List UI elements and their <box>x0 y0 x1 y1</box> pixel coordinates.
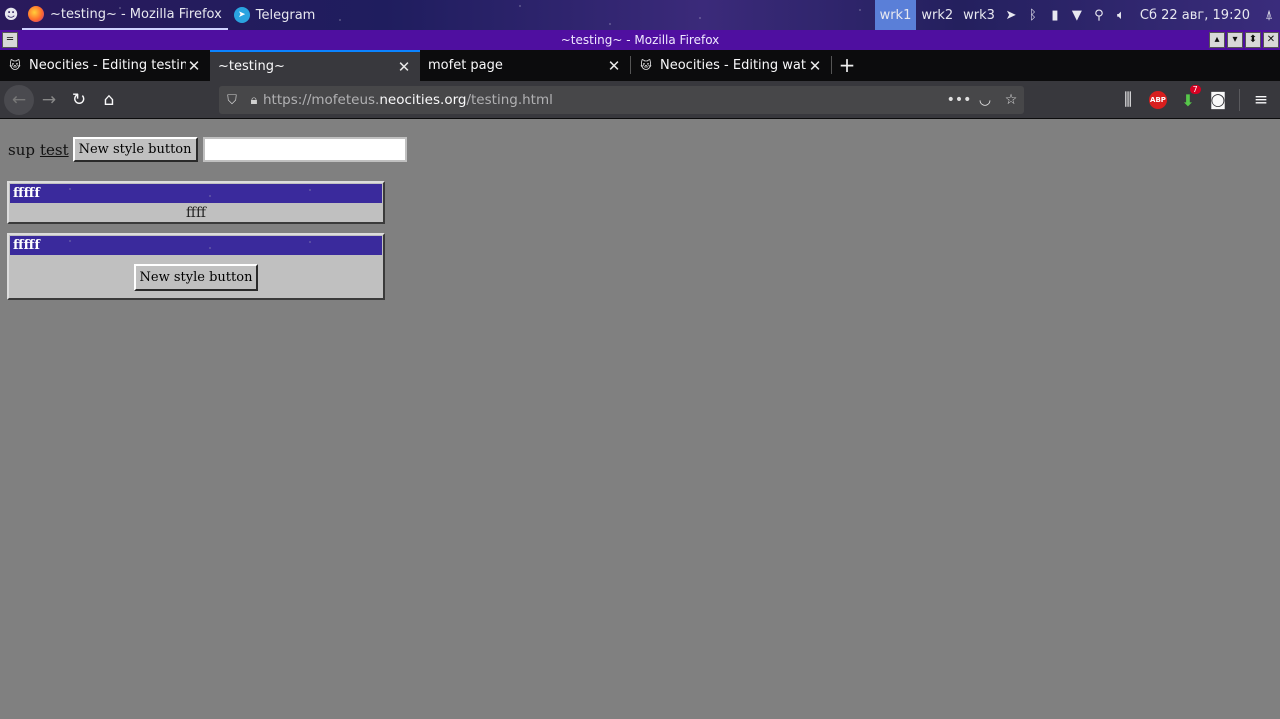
workspace-2[interactable]: wrk2 <box>916 0 958 30</box>
bluetooth-icon[interactable]: ᛒ <box>1022 8 1044 23</box>
window-title: ~testing~ - Mozilla Firefox <box>560 33 720 47</box>
url-text[interactable]: https://mofeteus.neocities.org/testing.h… <box>263 92 946 108</box>
top-row: sup test New style button <box>8 137 407 162</box>
home-button[interactable]: ⌂ <box>94 85 124 115</box>
network-antenna-icon[interactable]: ⍋ <box>1258 8 1280 23</box>
window-titlebar[interactable]: ═ ~testing~ - Mozilla Firefox ▴ ▾ ⬍ ✕ <box>0 30 1280 50</box>
text-input[interactable] <box>202 137 407 162</box>
url-host: neocities.org <box>379 92 467 108</box>
url-path: /testing.html <box>466 92 553 108</box>
forward-button[interactable]: → <box>34 85 64 115</box>
page-actions-icon[interactable]: ••• <box>946 92 972 108</box>
sup-text: sup <box>8 140 35 159</box>
taskbar-app-label: ~testing~ - Mozilla Firefox <box>50 6 222 22</box>
close-tab-icon[interactable]: ✕ <box>186 57 202 75</box>
close-tab-icon[interactable]: ✕ <box>396 58 412 76</box>
window-menu-icon[interactable]: ═ <box>2 32 18 48</box>
tab-strip: 🐱 Neocities - Editing testing ✕ ~testing… <box>0 50 1280 81</box>
telegram-icon: ➤ <box>233 7 250 23</box>
back-button[interactable]: ← <box>4 84 34 115</box>
retro-window-title: fffff <box>10 236 382 255</box>
app-menu-icon[interactable]: ☻ <box>0 0 22 30</box>
retro-window-body: New style button <box>9 256 383 291</box>
new-style-button[interactable]: New style button <box>72 137 198 162</box>
close-tab-icon[interactable]: ✕ <box>807 57 823 75</box>
tab-label: mofet page <box>428 58 503 73</box>
retro-window-title: fffff <box>10 184 382 203</box>
pocket-icon[interactable]: ◡ <box>972 92 998 108</box>
close-tab-icon[interactable]: ✕ <box>606 57 622 75</box>
reload-button[interactable]: ↻ <box>64 85 94 115</box>
lock-icon[interactable]: 🔒︎ <box>245 93 263 108</box>
download-badge: 7 <box>1189 84 1201 94</box>
tracking-shield-icon[interactable]: ⛉ <box>219 93 245 108</box>
toolbar-right: ⫼ ABP ⬇ 7 ◙ ≡ <box>1113 84 1280 115</box>
volume-icon[interactable]: 🔈︎ <box>1110 8 1132 23</box>
minimize-icon[interactable]: ▾ <box>1227 32 1243 48</box>
shade-icon[interactable]: ▴ <box>1209 32 1225 48</box>
workspace-1[interactable]: wrk1 <box>874 0 917 30</box>
adblock-icon: ABP <box>1149 91 1167 109</box>
taskbar-app-firefox[interactable]: ~testing~ - Mozilla Firefox <box>22 0 228 30</box>
downloads-button[interactable]: ⬇ 7 <box>1173 84 1203 115</box>
taskbar-app-telegram[interactable]: ➤ Telegram <box>228 0 322 30</box>
adblock-button[interactable]: ABP <box>1143 85 1173 115</box>
taskbar-app-label: Telegram <box>255 7 316 23</box>
tab-label: ~testing~ <box>218 59 285 74</box>
new-tab-button[interactable]: + <box>832 50 862 81</box>
nav-toolbar: ← → ↻ ⌂ ⛉ 🔒︎ https://mofeteus.neocities.… <box>0 81 1280 119</box>
battery-icon[interactable]: ▮ <box>1044 8 1066 23</box>
extension-mask-icon[interactable]: ◙ <box>1203 85 1233 115</box>
close-window-icon[interactable]: ✕ <box>1263 32 1279 48</box>
retro-window-body: ffff <box>186 205 206 221</box>
page-content: sup test New style button fffff ffff fff… <box>0 120 1280 719</box>
new-style-button[interactable]: New style button <box>133 264 259 291</box>
test-link[interactable]: test <box>40 141 69 159</box>
tab-label: Neocities - Editing testing <box>29 58 186 73</box>
tab-testing[interactable]: ~testing~ ✕ <box>210 50 420 81</box>
tab-neocities-editing-wat-css[interactable]: 🐱 Neocities - Editing wat.css ✕ <box>631 50 831 81</box>
toolbar-separator <box>1239 89 1240 111</box>
desktop-taskbar: ☻ ~testing~ - Mozilla Firefox ➤ Telegram… <box>0 0 1280 30</box>
bookmark-star-icon[interactable]: ☆ <box>998 92 1024 108</box>
retro-window-1: fffff ffff <box>7 181 385 224</box>
telegram-tray-icon[interactable]: ➤ <box>1000 8 1022 23</box>
clipboard-icon[interactable]: ⚲ <box>1088 8 1110 23</box>
tab-neocities-editing-testing[interactable]: 🐱 Neocities - Editing testing ✕ <box>0 50 210 81</box>
library-icon[interactable]: ⫼ <box>1113 85 1143 115</box>
neocities-cat-icon: 🐱 <box>9 58 21 72</box>
clock[interactable]: Сб 22 авг, 19:20 <box>1132 8 1258 23</box>
workspace-3[interactable]: wrk3 <box>958 0 1000 30</box>
url-bar[interactable]: ⛉ 🔒︎ https://mofeteus.neocities.org/test… <box>219 86 1024 114</box>
firefox-icon <box>28 6 44 22</box>
wifi-icon[interactable]: ▼ <box>1066 8 1088 23</box>
hamburger-menu-icon[interactable]: ≡ <box>1246 85 1276 115</box>
tab-mofet-page[interactable]: mofet page ✕ <box>420 50 630 81</box>
neocities-cat-icon: 🐱 <box>640 58 652 72</box>
taskbar-right: wrk1 wrk2 wrk3 ➤ ᛒ ▮ ▼ ⚲ 🔈︎ Сб 22 авг, 1… <box>874 0 1280 30</box>
maximize-icon[interactable]: ⬍ <box>1245 32 1261 48</box>
download-arrow-icon: ⬇ 7 <box>1181 84 1201 110</box>
retro-window-2: fffff New style button <box>7 233 385 300</box>
tab-label: Neocities - Editing wat.css <box>660 58 807 73</box>
url-prefix: https://mofeteus. <box>263 92 380 108</box>
